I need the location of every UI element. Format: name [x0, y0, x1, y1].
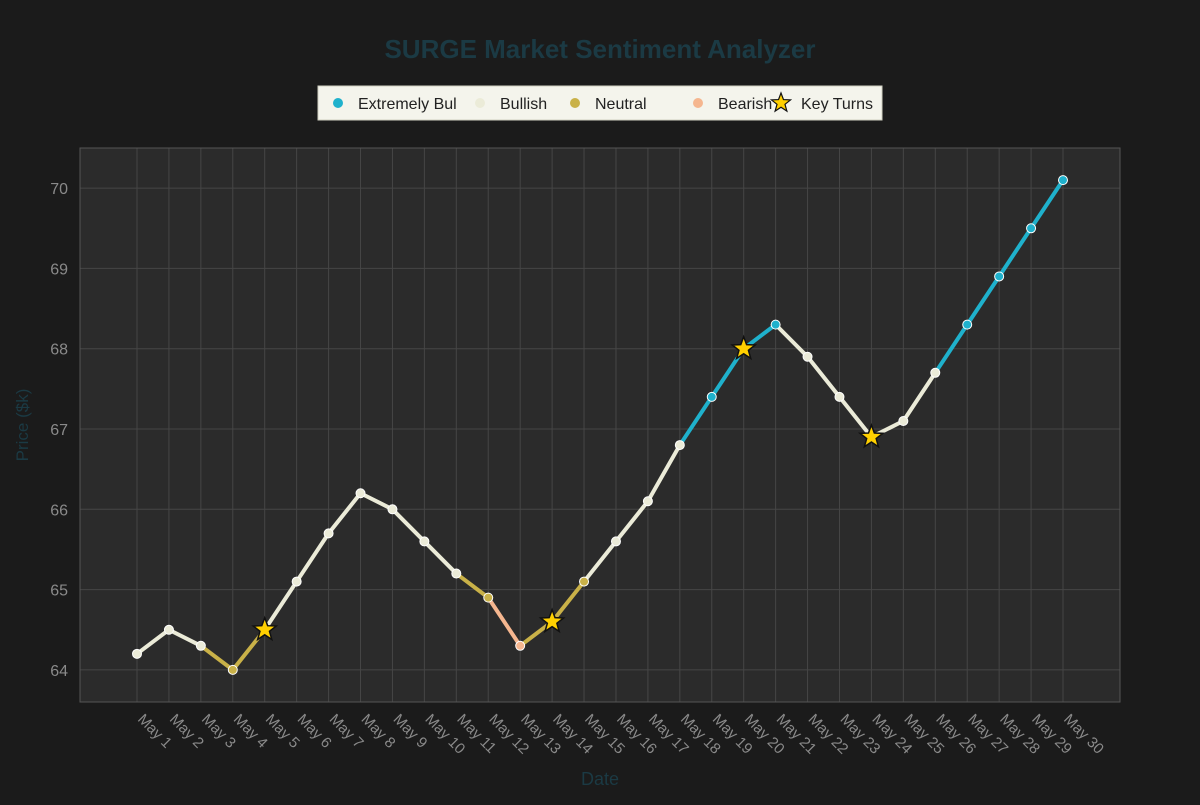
- legend: Extremely Bul Bullish Neutral Bearish Key Tu…: [317, 85, 883, 121]
- data-point: [579, 576, 590, 587]
- legend-marker: [570, 98, 580, 108]
- data-point: [163, 624, 174, 635]
- y-tick-label: 70: [50, 181, 68, 198]
- chart: SURGE Market Sentiment Analyzer 64 65 66 67…: [0, 0, 1200, 800]
- sentiment-line-chart: SURGE Market Sentiment Analyzer 64 65 66 67…: [0, 0, 1200, 800]
- data-point: [132, 648, 142, 659]
- chart-title: SURGE Market Sentiment Analyzer: [384, 34, 815, 64]
- data-point: [323, 528, 334, 539]
- data-point: [770, 319, 781, 330]
- data-point: [706, 391, 717, 402]
- y-axis-label: Price ($k): [13, 389, 32, 462]
- y-tick-label: 67: [50, 422, 68, 439]
- data-point: [227, 664, 238, 675]
- data-point: [195, 640, 206, 651]
- y-tick-label: 65: [50, 583, 68, 600]
- data-point: [515, 640, 526, 651]
- legend-label: Key Turns: [801, 96, 873, 113]
- data-point: [642, 496, 653, 507]
- y-tick-label: 69: [50, 261, 68, 278]
- data-point: [483, 592, 494, 603]
- legend-marker: [475, 98, 485, 108]
- data-point: [387, 504, 398, 515]
- x-axis-label: Date: [581, 769, 619, 789]
- legend-label: Neutral: [595, 96, 647, 113]
- data-point: [291, 576, 302, 587]
- data-point: [419, 536, 430, 547]
- plot-background: [80, 148, 1120, 702]
- data-point: [1026, 223, 1037, 234]
- y-tick-label: 68: [50, 342, 68, 359]
- data-point: [962, 319, 973, 330]
- legend-marker: [333, 98, 343, 108]
- legend-marker: [693, 98, 703, 108]
- data-point: [994, 271, 1005, 282]
- y-tick-label: 64: [50, 663, 68, 680]
- data-point: [610, 536, 621, 547]
- data-point: [930, 367, 941, 378]
- legend-label: Extremely Bul: [358, 96, 457, 113]
- legend-label: Bearish: [718, 96, 772, 113]
- y-tick-label: 66: [50, 502, 68, 519]
- legend-label: Bullish: [500, 96, 547, 113]
- data-point: [674, 440, 685, 451]
- data-point: [898, 415, 909, 426]
- data-point: [451, 568, 462, 579]
- plot-area: 64656667686970May 1May 2May 3May 4May 5M…: [50, 147, 1121, 758]
- data-point: [834, 391, 845, 402]
- data-point: [1058, 175, 1068, 186]
- data-point: [802, 351, 813, 362]
- data-point: [355, 488, 366, 499]
